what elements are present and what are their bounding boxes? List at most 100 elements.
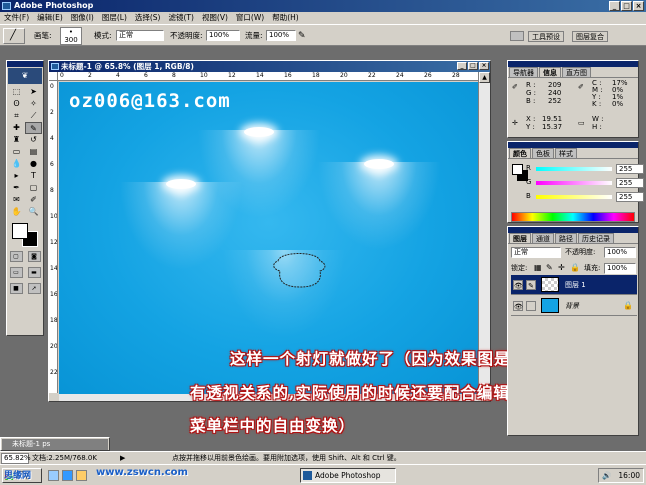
color-fg-swatch[interactable] bbox=[512, 164, 523, 175]
airbrush-icon[interactable]: ✎ bbox=[298, 31, 306, 41]
menu-image[interactable]: 图像(I) bbox=[71, 12, 94, 24]
imageready-jump-icon[interactable]: ➚ bbox=[27, 283, 41, 294]
blue-value[interactable]: 255 bbox=[616, 192, 644, 202]
menu-window[interactable]: 窗口(W) bbox=[236, 12, 264, 24]
doc-close-button[interactable]: × bbox=[479, 62, 489, 70]
blend-mode-select[interactable]: 正常 bbox=[511, 247, 561, 258]
shape-tool-icon[interactable]: ▢ bbox=[25, 182, 42, 194]
brush-picker[interactable]: • 300 bbox=[60, 27, 82, 45]
lock-transparency-icon[interactable]: ▦ bbox=[534, 262, 542, 273]
minimized-document[interactable]: 未标题-1 ps bbox=[0, 437, 110, 451]
history-brush-tool-icon[interactable]: ↺ bbox=[25, 134, 42, 146]
tab-histogram[interactable]: 直方图 bbox=[562, 67, 591, 77]
fill-field[interactable]: 100% bbox=[604, 263, 636, 274]
minimize-button[interactable]: _ bbox=[609, 1, 620, 11]
doc-minimize-button[interactable]: _ bbox=[457, 62, 467, 70]
foreground-color-swatch[interactable] bbox=[12, 223, 28, 239]
move-tool-icon[interactable]: ➤ bbox=[25, 86, 42, 98]
ie-icon[interactable] bbox=[62, 470, 73, 481]
blue-slider[interactable] bbox=[536, 195, 612, 199]
standard-mode-icon[interactable]: ▢ bbox=[9, 251, 23, 262]
menu-file[interactable]: 文件(F) bbox=[4, 12, 29, 24]
tab-channels[interactable]: 通道 bbox=[532, 233, 554, 243]
tab-color[interactable]: 颜色 bbox=[509, 148, 531, 158]
tab-layer-comps[interactable]: 图层复合 bbox=[572, 31, 608, 42]
menu-layer[interactable]: 图层(L) bbox=[102, 12, 127, 24]
full-screen-icon[interactable]: ■ bbox=[9, 283, 23, 294]
selection-shape[interactable] bbox=[270, 249, 328, 291]
vertical-ruler[interactable]: 0 2 4 6 8 10 12 14 16 18 20 22 bbox=[49, 81, 58, 393]
tab-navigator[interactable]: 导航器 bbox=[509, 67, 538, 77]
healing-brush-tool-icon[interactable]: ✚ bbox=[8, 122, 25, 134]
folder-icon[interactable] bbox=[76, 470, 87, 481]
layer-row-layer1[interactable]: 👁 ✎ 图层 1 bbox=[511, 275, 637, 295]
palette-well-icon[interactable] bbox=[510, 31, 524, 41]
vertical-scrollbar[interactable]: ▲ ▼ bbox=[478, 72, 490, 394]
menu-filter[interactable]: 滤镜(T) bbox=[169, 12, 194, 24]
maximize-button[interactable]: □ bbox=[621, 1, 632, 11]
scroll-up-icon[interactable]: ▲ bbox=[479, 72, 490, 83]
document-size[interactable]: 文档:2.25M/768.0K bbox=[32, 453, 97, 463]
eyedropper-tool-icon[interactable]: ✐ bbox=[25, 194, 42, 206]
close-button[interactable]: × bbox=[633, 1, 644, 11]
brush-tool-icon[interactable]: ✎ bbox=[25, 122, 42, 134]
hand-tool-icon[interactable]: ✋ bbox=[8, 206, 25, 218]
eye-icon[interactable]: 👁 bbox=[513, 301, 523, 311]
full-screen-menu-icon[interactable]: ▬ bbox=[27, 267, 41, 278]
task-photoshop-button[interactable]: Adobe Photoshop bbox=[300, 468, 396, 483]
clone-stamp-tool-icon[interactable]: ♜ bbox=[8, 134, 25, 146]
menu-help[interactable]: 帮助(H) bbox=[272, 12, 299, 24]
pen-tool-icon[interactable]: ✒ bbox=[8, 182, 25, 194]
doc-maximize-button[interactable]: □ bbox=[468, 62, 478, 70]
green-slider[interactable] bbox=[536, 181, 612, 185]
gradient-tool-icon[interactable]: ▤ bbox=[25, 146, 42, 158]
zoom-tool-icon[interactable]: 🔍 bbox=[25, 206, 42, 218]
flow-field[interactable]: 100% bbox=[266, 30, 296, 41]
opacity-field[interactable]: 100% bbox=[206, 30, 240, 41]
tab-paths[interactable]: 路径 bbox=[555, 233, 577, 243]
eraser-tool-icon[interactable]: ▭ bbox=[8, 146, 25, 158]
tab-info[interactable]: 信息 bbox=[539, 67, 561, 77]
quick-mask-mode-icon[interactable]: ◙ bbox=[27, 251, 41, 262]
blur-tool-icon[interactable]: 💧 bbox=[8, 158, 25, 170]
tool-preset-picker[interactable]: ╱ bbox=[3, 28, 25, 44]
volume-icon[interactable]: 🔊 bbox=[602, 469, 611, 482]
tab-swatches[interactable]: 色板 bbox=[532, 148, 554, 158]
horizontal-ruler[interactable]: 0 2 4 6 8 10 12 14 16 18 20 22 24 26 28 bbox=[58, 72, 478, 81]
magic-wand-tool-icon[interactable]: ✧ bbox=[25, 98, 42, 110]
eye-icon[interactable]: 👁 bbox=[513, 280, 523, 290]
color-spectrum-bar[interactable] bbox=[511, 212, 635, 222]
lock-paint-icon[interactable]: ✎ bbox=[546, 262, 553, 273]
tab-tool-presets[interactable]: 工具预设 bbox=[528, 31, 564, 42]
type-tool-icon[interactable]: T bbox=[25, 170, 42, 182]
slice-tool-icon[interactable]: ⟋ bbox=[25, 110, 42, 122]
mode-select[interactable]: 正常 bbox=[116, 30, 164, 41]
red-slider[interactable] bbox=[536, 167, 612, 171]
path-selection-tool-icon[interactable]: ▸ bbox=[8, 170, 25, 182]
red-value[interactable]: 255 bbox=[616, 164, 644, 174]
standard-screen-icon[interactable]: ▭ bbox=[9, 267, 23, 278]
document-title-bar[interactable]: 未标题-1 @ 65.8% (图层 1, RGB/8) _ □ × bbox=[49, 61, 490, 72]
menu-view[interactable]: 视图(V) bbox=[202, 12, 228, 24]
status-arrow-icon[interactable]: ▶ bbox=[120, 453, 125, 463]
dodge-tool-icon[interactable]: ● bbox=[25, 158, 42, 170]
zoom-field[interactable]: 65.82% bbox=[1, 453, 31, 464]
feather-logo-icon[interactable]: ❦ bbox=[8, 68, 42, 84]
layer-opacity-field[interactable]: 100% bbox=[604, 247, 636, 258]
menu-edit[interactable]: 编辑(E) bbox=[37, 12, 63, 24]
marquee-tool-icon[interactable]: ⬚ bbox=[8, 86, 25, 98]
tab-history[interactable]: 历史记录 bbox=[578, 233, 614, 243]
menu-select[interactable]: 选择(S) bbox=[135, 12, 161, 24]
tab-styles[interactable]: 样式 bbox=[555, 148, 577, 158]
green-value[interactable]: 255 bbox=[616, 178, 644, 188]
notes-tool-icon[interactable]: ✉ bbox=[8, 194, 25, 206]
tab-layers[interactable]: 图层 bbox=[509, 233, 531, 243]
toolbox-header[interactable] bbox=[7, 61, 43, 67]
lock-all-icon[interactable]: 🔒 bbox=[570, 262, 580, 273]
layer-row-background[interactable]: 👁 背景 🔒 bbox=[511, 296, 637, 316]
lasso-tool-icon[interactable]: ʘ bbox=[8, 98, 25, 110]
crop-tool-icon[interactable]: ⌗ bbox=[8, 110, 25, 122]
lock-move-icon[interactable]: ✛ bbox=[558, 262, 565, 273]
ruler-origin[interactable] bbox=[49, 72, 58, 81]
desktop-icon[interactable] bbox=[48, 470, 59, 481]
